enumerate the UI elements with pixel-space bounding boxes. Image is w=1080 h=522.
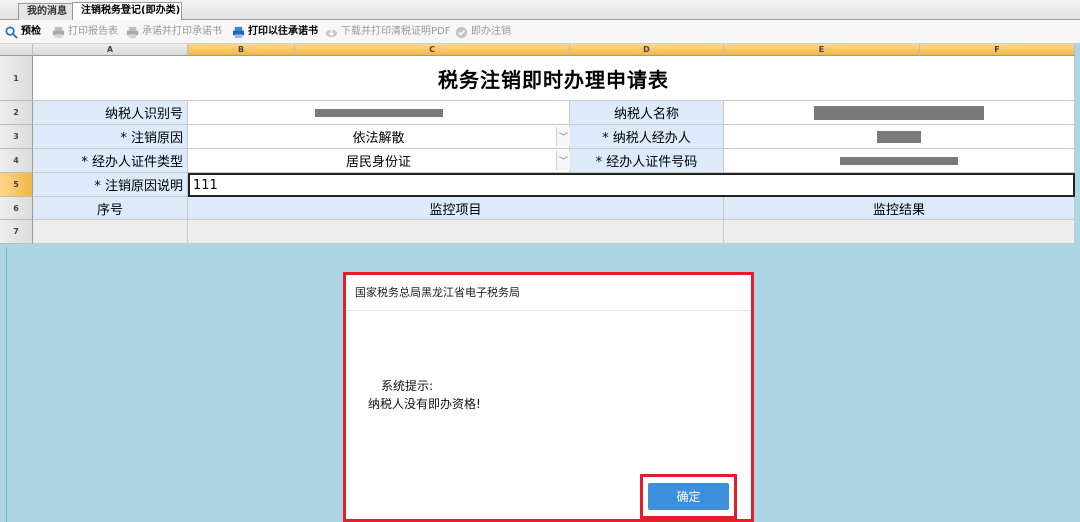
id-type-label: * 经办人证件类型 bbox=[33, 149, 188, 173]
table-row-seq bbox=[33, 220, 188, 244]
id-type-dropdown-chevron-icon[interactable]: ﹀ bbox=[556, 151, 570, 170]
row-header-5: 5 bbox=[0, 173, 33, 197]
table-row-item bbox=[188, 220, 724, 244]
system-prompt-dialog: 国家税务总局黑龙江省电子税务局 系统提示: 纳税人没有即办资格! 确定 bbox=[343, 272, 754, 522]
column-header-e: E bbox=[724, 44, 920, 56]
reason-label: * 注销原因 bbox=[33, 125, 188, 149]
monitor-item-header: 监控项目 bbox=[188, 197, 724, 220]
id-number-value[interactable] bbox=[724, 149, 1075, 173]
column-header-f: F bbox=[920, 44, 1075, 56]
precheck-label: 预检 bbox=[21, 26, 41, 37]
download-pdf-label: 下载并打印清税证明PDF bbox=[341, 26, 451, 37]
table-row-result bbox=[724, 220, 1075, 244]
row-header-6: 6 bbox=[0, 197, 33, 220]
agent-label: * 纳税人经办人 bbox=[570, 125, 724, 149]
redacted-agent bbox=[877, 130, 921, 143]
redacted-taxpayer-id bbox=[314, 108, 443, 117]
taxpayer-name-value[interactable] bbox=[724, 101, 1075, 125]
seq-header: 序号 bbox=[33, 197, 188, 220]
dialog-title: 国家税务总局黑龙江省电子税务局 bbox=[346, 275, 751, 311]
promise-print-label: 承诺并打印承诺书 bbox=[142, 26, 222, 37]
row-header-3: 3 bbox=[0, 125, 33, 149]
print-past-promise-button[interactable]: 打印以往承诺书 bbox=[232, 20, 318, 44]
form-title: 税务注销即时办理申请表 bbox=[33, 56, 1075, 101]
ok-button-highlight: 确定 bbox=[640, 474, 737, 519]
printer-icon bbox=[126, 26, 139, 38]
printer-icon bbox=[232, 26, 245, 38]
precheck-button[interactable]: 预检 bbox=[5, 20, 41, 44]
taxpayer-name-label: 纳税人名称 bbox=[570, 101, 724, 125]
toolbar: 预检 打印报告表 承诺并打印承诺书 打印以往承诺书 下载并打印清税证明PDF 即… bbox=[0, 20, 1080, 44]
id-type-value: 居民身份证 bbox=[345, 155, 411, 170]
promise-print-button[interactable]: 承诺并打印承诺书 bbox=[126, 20, 222, 44]
reason-dropdown-chevron-icon[interactable]: ﹀ bbox=[556, 127, 570, 146]
printer-icon bbox=[52, 26, 65, 38]
left-border-line bbox=[6, 247, 7, 522]
taxpayer-id-label: 纳税人识别号 bbox=[33, 101, 188, 125]
download-pdf-button[interactable]: 下载并打印清税证明PDF bbox=[325, 20, 450, 44]
row-header-4: 4 bbox=[0, 149, 33, 173]
redacted-id-number bbox=[840, 156, 958, 165]
dialog-message-heading: 系统提示: bbox=[381, 379, 434, 393]
instant-deregister-button[interactable]: 即办注销 bbox=[455, 20, 511, 44]
agent-value[interactable] bbox=[724, 125, 1075, 149]
column-header-d: D bbox=[570, 44, 724, 56]
reason-desc-label: * 注销原因说明 bbox=[33, 173, 188, 197]
tab-my-messages[interactable]: 我的消息 bbox=[18, 3, 74, 20]
row-header-7: 7 bbox=[0, 220, 33, 244]
print-report-button[interactable]: 打印报告表 bbox=[52, 20, 118, 44]
column-header-b: B bbox=[188, 44, 295, 56]
dialog-message-body: 纳税人没有即办资格! bbox=[368, 397, 481, 411]
taxpayer-id-value[interactable] bbox=[188, 101, 570, 125]
redacted-taxpayer-name bbox=[814, 105, 984, 120]
row-header-1: 1 bbox=[0, 56, 33, 101]
column-header-a: A bbox=[33, 44, 188, 56]
reason-value: 依法解散 bbox=[352, 131, 405, 146]
magnifier-icon bbox=[5, 26, 18, 39]
check-circle-icon bbox=[455, 26, 468, 38]
download-icon bbox=[325, 28, 338, 37]
id-number-label: * 经办人证件号码 bbox=[570, 149, 724, 173]
monitor-result-header: 监控结果 bbox=[724, 197, 1075, 220]
tab-bar: 我的消息 注销税务登记(即办类) bbox=[0, 0, 1080, 20]
ok-button[interactable]: 确定 bbox=[648, 483, 729, 510]
tab-deregistration[interactable]: 注销税务登记(即办类) bbox=[72, 2, 182, 20]
reason-select[interactable]: 依法解散 bbox=[188, 125, 570, 149]
id-type-select[interactable]: 居民身份证 bbox=[188, 149, 570, 173]
reason-desc-input[interactable]: 111 bbox=[188, 173, 1075, 197]
column-header-c: C bbox=[295, 44, 570, 56]
print-past-promise-label: 打印以往承诺书 bbox=[248, 26, 318, 37]
row-header-2: 2 bbox=[0, 101, 33, 125]
print-report-label: 打印报告表 bbox=[68, 26, 118, 37]
grid-corner bbox=[0, 44, 33, 56]
instant-deregister-label: 即办注销 bbox=[471, 26, 511, 37]
